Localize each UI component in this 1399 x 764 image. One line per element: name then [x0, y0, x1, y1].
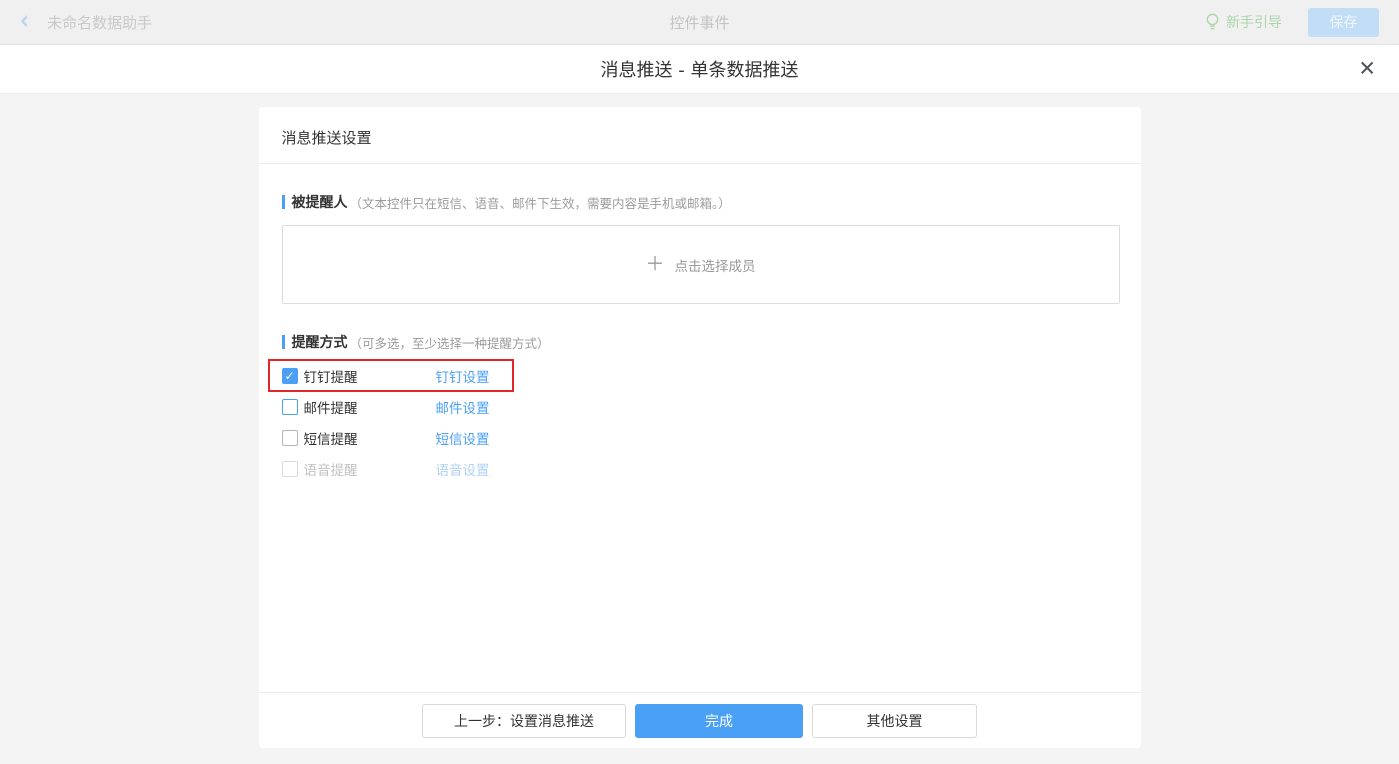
topbar-center-title: 控件事件 [0, 12, 1399, 33]
done-button[interactable]: 完成 [635, 704, 803, 738]
remind-method-label: 提醒方式 [292, 332, 348, 352]
dingtalk-checkbox[interactable]: ✓ [282, 368, 298, 384]
section-marker-bar [282, 335, 285, 349]
option-row-dingtalk: ✓ 钉钉提醒 钉钉设置 [282, 366, 528, 386]
voice-option-label: 语音提醒 [304, 459, 436, 479]
close-icon[interactable]: ✕ [1358, 59, 1376, 80]
option-row-voice: 语音提醒 语音设置 [282, 459, 528, 479]
previous-step-button[interactable]: 上一步：设置消息推送 [422, 704, 626, 738]
card-title: 消息推送设置 [259, 107, 1141, 164]
remind-options-list: ✓ 钉钉提醒 钉钉设置 邮件提醒 邮件设置 短信提醒 短信设置 [282, 366, 1118, 479]
message-push-modal: 消息推送 - 单条数据推送 ✕ 消息推送设置 被提醒人 （文本控件只在短信、语音… [0, 45, 1399, 764]
other-settings-button[interactable]: 其他设置 [812, 704, 977, 738]
option-row-email: 邮件提醒 邮件设置 [282, 397, 528, 417]
settings-card: 消息推送设置 被提醒人 （文本控件只在短信、语音、邮件下生效，需要内容是手机或邮… [259, 107, 1141, 748]
email-checkbox[interactable] [282, 399, 298, 415]
recipients-label: 被提醒人 [292, 192, 348, 212]
beginner-guide-button[interactable]: 新手引导 [1205, 12, 1282, 32]
sms-settings-link[interactable]: 短信设置 [436, 428, 490, 448]
sms-checkbox[interactable] [282, 430, 298, 446]
lightbulb-icon [1205, 13, 1220, 31]
checkmark-icon: ✓ [284, 370, 294, 382]
plus-icon: ＋ [645, 255, 664, 274]
modal-body: 消息推送设置 被提醒人 （文本控件只在短信、语音、邮件下生效，需要内容是手机或邮… [0, 94, 1399, 764]
back-icon[interactable]: ‹ [20, 9, 29, 35]
save-button[interactable]: 保存 [1308, 8, 1379, 37]
card-footer: 上一步：设置消息推送 完成 其他设置 [259, 692, 1141, 748]
modal-title: 消息推送 - 单条数据推送 [601, 56, 799, 82]
beginner-guide-label: 新手引导 [1226, 12, 1282, 32]
app-title: 未命名数据助手 [47, 12, 152, 33]
email-option-label: 邮件提醒 [304, 397, 436, 417]
select-members-label: 点击选择成员 [675, 255, 756, 275]
option-row-sms: 短信提醒 短信设置 [282, 428, 528, 448]
dingtalk-settings-link[interactable]: 钉钉设置 [436, 366, 490, 386]
recipients-hint: （文本控件只在短信、语音、邮件下生效，需要内容是手机或邮箱。） [350, 193, 731, 212]
modal-header: 消息推送 - 单条数据推送 ✕ [0, 45, 1399, 94]
card-content: 被提醒人 （文本控件只在短信、语音、邮件下生效，需要内容是手机或邮箱。） ＋ 点… [259, 164, 1141, 692]
voice-settings-link: 语音设置 [436, 459, 490, 479]
select-members-box[interactable]: ＋ 点击选择成员 [282, 225, 1120, 304]
dingtalk-option-label: 钉钉提醒 [304, 366, 436, 386]
remind-method-section-title: 提醒方式 （可多选，至少选择一种提醒方式） [282, 332, 1118, 352]
sms-option-label: 短信提醒 [304, 428, 436, 448]
recipients-section-title: 被提醒人 （文本控件只在短信、语音、邮件下生效，需要内容是手机或邮箱。） [282, 192, 1118, 212]
email-settings-link[interactable]: 邮件设置 [436, 397, 490, 417]
remind-method-hint: （可多选，至少选择一种提醒方式） [350, 333, 550, 352]
top-app-bar: ‹ 未命名数据助手 控件事件 新手引导 保存 [0, 0, 1399, 45]
voice-checkbox [282, 461, 298, 477]
section-marker-bar [282, 195, 285, 209]
